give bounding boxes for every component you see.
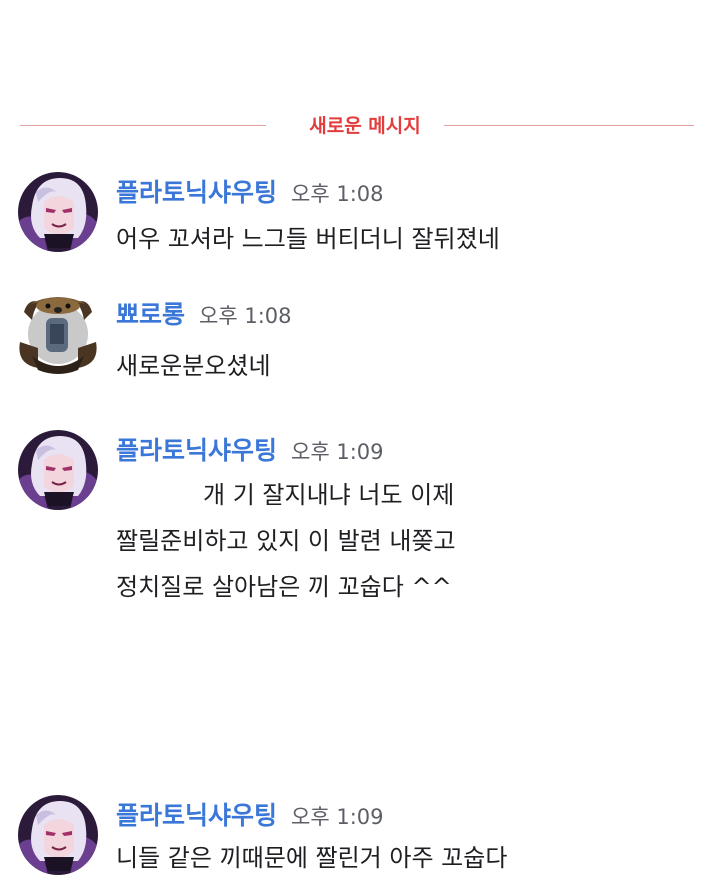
anime-girl-avatar-icon[interactable]	[18, 172, 98, 252]
message-header: 플라토닉샤우팅 오후 1:08	[116, 172, 384, 214]
anime-girl-avatar-icon[interactable]	[18, 430, 98, 510]
message-text: 정치질로 살아남은 끼 꼬숩다 ^^	[116, 573, 452, 601]
message-item: 뾰로롱 오후 1:08 새로운분오셨네	[18, 294, 698, 380]
timestamp: 오후 1:08	[291, 182, 384, 206]
new-messages-divider: 새로운 메시지	[20, 112, 694, 140]
divider-line-left	[20, 125, 266, 126]
message-header: 플라토닉샤우팅 오후 1:09	[116, 795, 384, 837]
message-item: 플라토닉샤우팅 오후 1:09 개 기 잘지내냐 너도 이제 짤릴준비하고 있지 …	[18, 430, 698, 610]
timestamp: 오후 1:09	[291, 440, 384, 464]
message-item: 플라토닉샤우팅 오후 1:09 니들 같은 끼때문에 짤린거 아주 꼬숩다	[18, 795, 698, 875]
message-text: 짤릴준비하고 있지 이 발련 내쫒고	[116, 527, 456, 555]
message-text: 개 기 잘지내냐 너도 이제	[203, 481, 455, 509]
new-messages-label: 새로운 메시지	[309, 115, 421, 137]
timestamp: 오후 1:09	[291, 805, 384, 829]
dog-figure-avatar-icon[interactable]	[18, 294, 98, 374]
username[interactable]: 플라토닉샤우팅	[116, 801, 277, 830]
timestamp: 오후 1:08	[199, 304, 292, 328]
message-header: 뾰로롱 오후 1:08	[116, 294, 292, 336]
message-text: 니들 같은 끼때문에 짤린거 아주 꼬숩다	[116, 844, 508, 872]
message-text: 어우 꼬셔라 느그들 버티더니 잘뒤졌네	[116, 225, 500, 253]
anime-girl-avatar-icon[interactable]	[18, 795, 98, 875]
message-header: 플라토닉샤우팅 오후 1:09	[116, 430, 384, 472]
username[interactable]: 플라토닉샤우팅	[116, 178, 277, 207]
username[interactable]: 뾰로롱	[116, 300, 185, 329]
divider-line-right	[444, 125, 694, 126]
message-item: 플라토닉샤우팅 오후 1:08 어우 꼬셔라 느그들 버티더니 잘뒤졌네	[18, 172, 698, 253]
username[interactable]: 플라토닉샤우팅	[116, 436, 277, 465]
message-text: 새로운분오셨네	[116, 352, 271, 380]
